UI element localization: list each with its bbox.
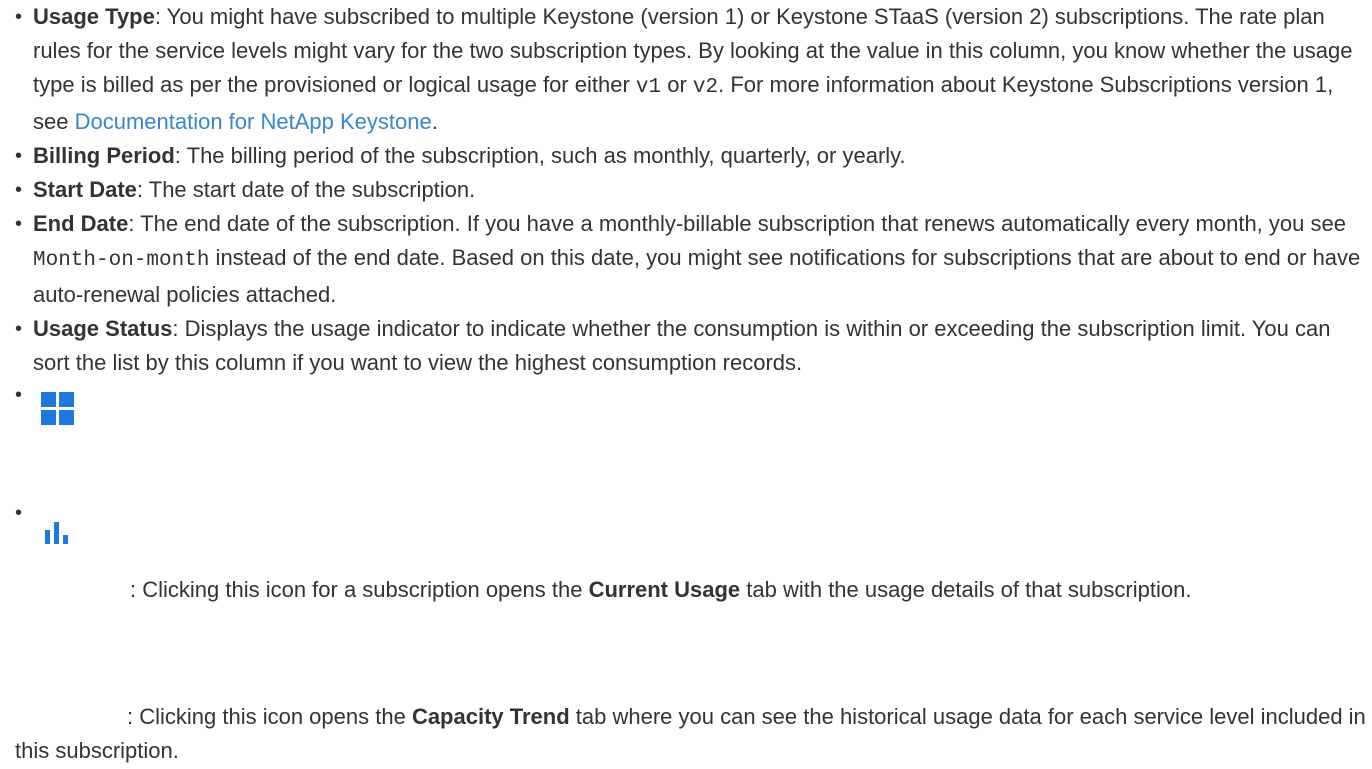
- capacity-trend-description: : Clicking this icon opens the Capacity …: [0, 700, 1372, 768]
- code-v2: v2: [692, 76, 719, 99]
- list-item-end-date: End Date: The end date of the subscripti…: [0, 207, 1372, 312]
- term-usage-status: Usage Status: [33, 316, 173, 341]
- bar-chart-icon[interactable]: [45, 522, 75, 544]
- list-item-usage-status: Usage Status: Displays the usage indicat…: [0, 312, 1372, 380]
- term-end-date: End Date: [33, 211, 129, 236]
- list-item-usage-type: Usage Type: You might have subscribed to…: [0, 0, 1372, 139]
- code-month-on-month: Month-on-month: [33, 249, 210, 272]
- term-usage-type: Usage Type: [33, 4, 155, 29]
- billing-period-text: : The billing period of the subscription…: [174, 143, 906, 168]
- usage-status-text: : Displays the usage indicator to indica…: [33, 316, 1331, 375]
- term-billing-period: Billing Period: [33, 143, 175, 168]
- list-item-current-usage-icon: : Clicking this icon for a subscription …: [0, 378, 1372, 496]
- capacity-trend-tab-name: Capacity Trend: [411, 704, 570, 729]
- code-v1: v1: [635, 76, 662, 99]
- chart-icon-wrap: [33, 496, 1372, 544]
- end-date-text-1: : The end date of the subscription. If y…: [128, 211, 1346, 236]
- term-start-date: Start Date: [33, 177, 137, 202]
- list-item-billing-period: Billing Period: The billing period of th…: [0, 139, 1372, 173]
- current-usage-tab-name: Current Usage: [588, 577, 741, 602]
- field-description-list: Usage Type: You might have subscribed to…: [0, 0, 1372, 626]
- usage-type-text-end: .: [431, 109, 438, 134]
- current-usage-description: : Clicking this icon for a subscription …: [0, 573, 1372, 607]
- current-usage-desc-text-2: tab with the usage details of that subsc…: [740, 577, 1192, 602]
- grid-icon[interactable]: [33, 378, 93, 425]
- end-date-text-2: instead of the end date. Based on this d…: [33, 245, 1361, 307]
- usage-type-text-or: or: [661, 72, 693, 97]
- documentation-link[interactable]: Documentation for NetApp Keystone: [75, 109, 432, 134]
- current-usage-desc-text-1: : Clicking this icon for a subscription …: [130, 577, 589, 602]
- capacity-trend-desc-text-1: : Clicking this icon opens the: [127, 704, 412, 729]
- document-body: Usage Type: You might have subscribed to…: [0, 0, 1372, 626]
- start-date-text: : The start date of the subscription.: [136, 177, 476, 202]
- list-item-start-date: Start Date: The start date of the subscr…: [0, 173, 1372, 207]
